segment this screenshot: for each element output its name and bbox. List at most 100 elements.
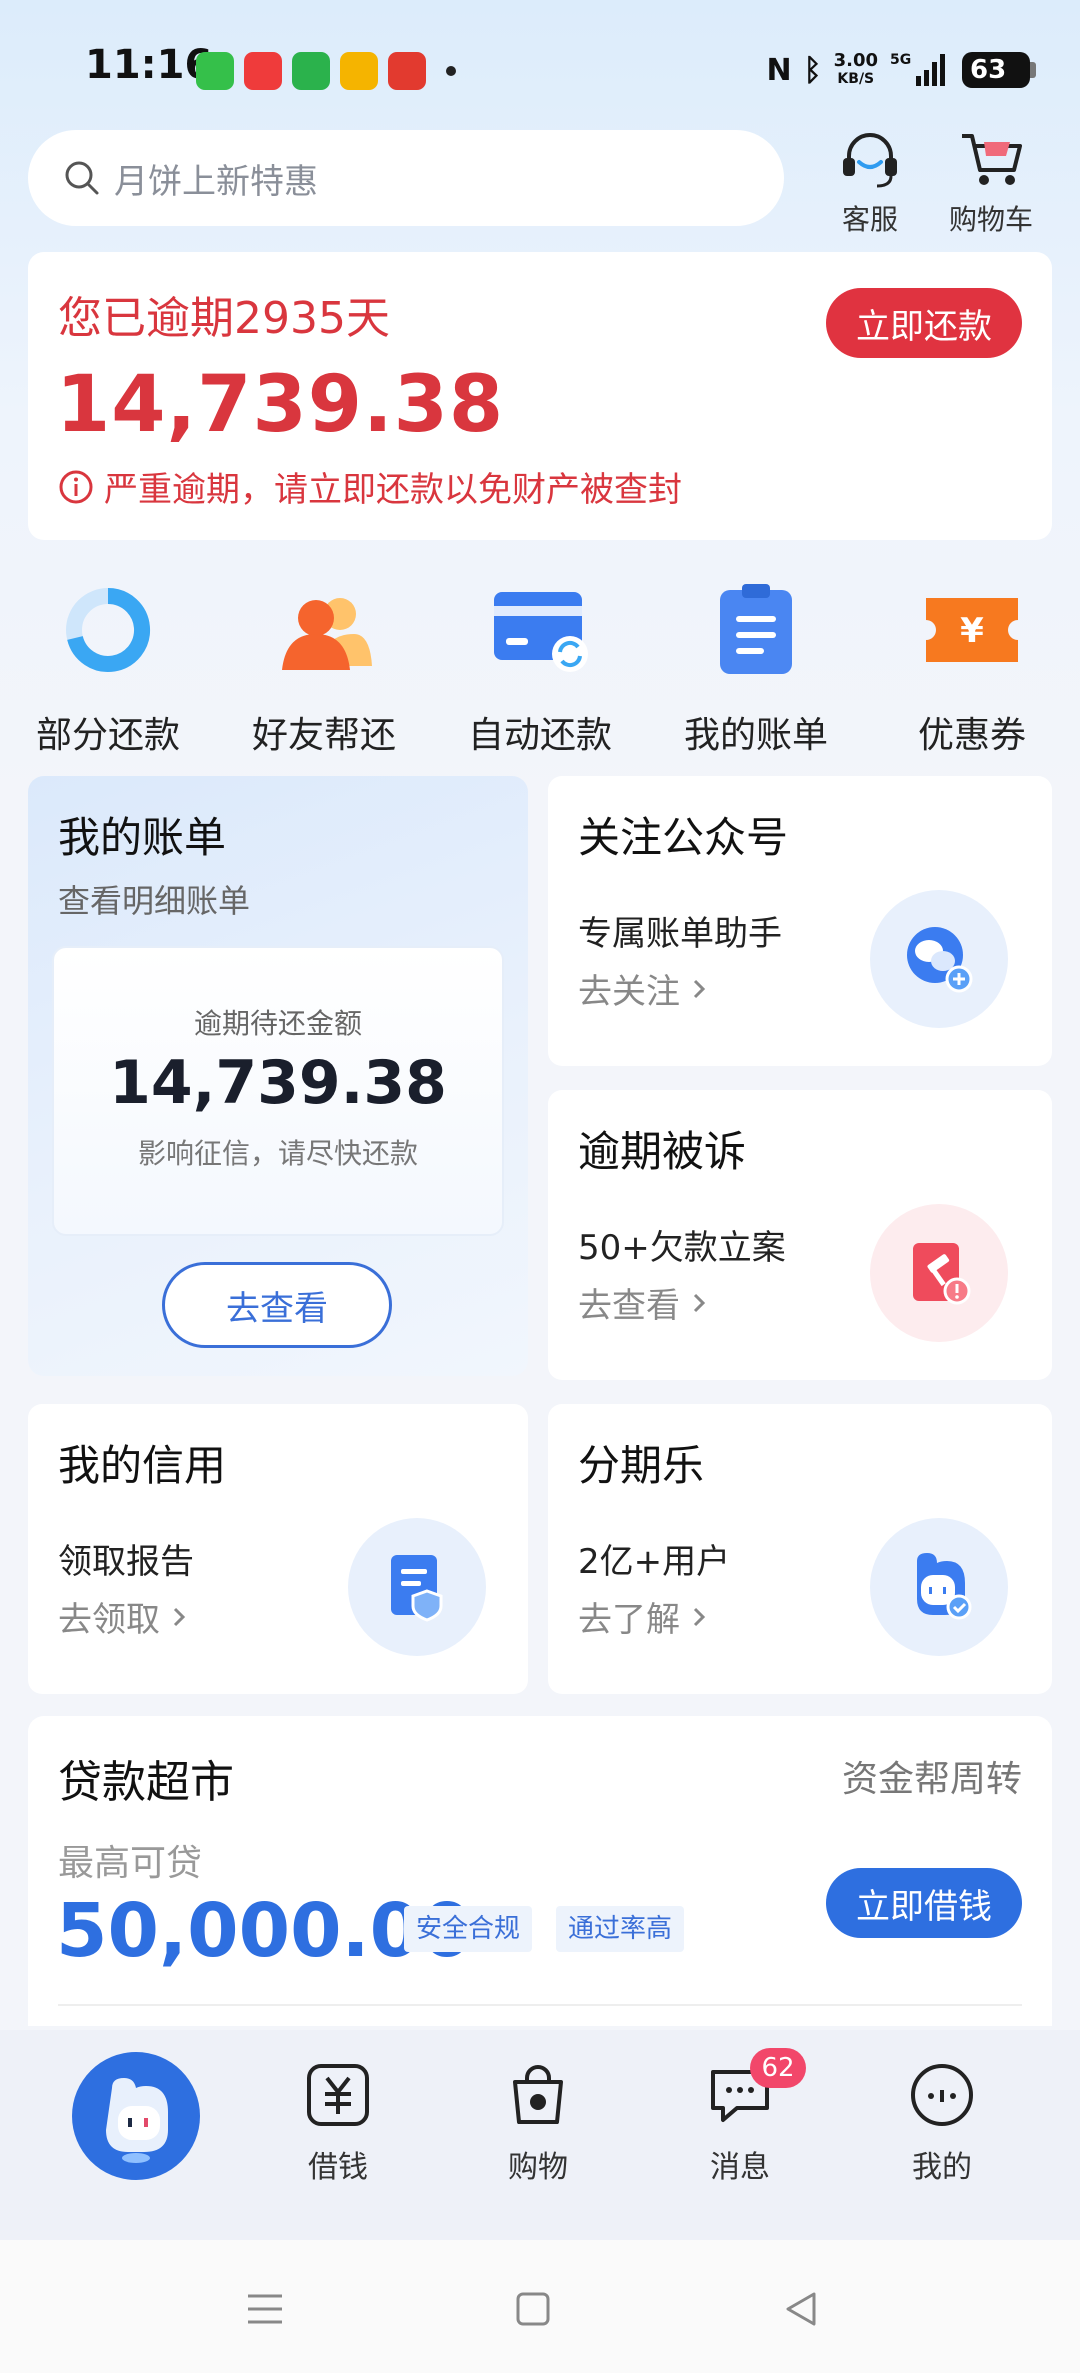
- friend-repay-button[interactable]: 好友帮还: [216, 580, 432, 758]
- loan-market-title: 贷款超市: [58, 1757, 234, 1808]
- tab-home[interactable]: [72, 2052, 200, 2180]
- yuan-icon: [307, 2064, 369, 2126]
- message-app-icon: [196, 52, 234, 90]
- network-speed: 3.00 KB/S: [833, 50, 878, 88]
- partial-repay-label: 部分还款: [35, 715, 180, 756]
- shopping-bag-icon: [513, 2065, 563, 2124]
- tab-messages-label: 消息: [710, 2150, 770, 2185]
- chevron-right-icon: [693, 1607, 706, 1626]
- wechat-icon: [870, 890, 1008, 1028]
- donut-chart-icon: [66, 588, 151, 672]
- borrow-now-button[interactable]: 立即借钱: [826, 1868, 1022, 1938]
- more-notifications-dot: [446, 66, 456, 76]
- tab-mine[interactable]: 我的: [872, 2060, 1012, 2186]
- credit-link[interactable]: 去领取: [58, 1592, 190, 1641]
- mascot-home-icon: [106, 2078, 168, 2163]
- quick-actions: 部分还款 好友帮还 自动还款 我的账单 ¥ 优惠券: [0, 580, 1080, 758]
- bluetooth-icon: ᛒ: [803, 52, 822, 88]
- search-icon: [65, 161, 99, 195]
- chevron-right-icon: [693, 979, 706, 998]
- credit-card[interactable]: 我的信用 领取报告 去领取: [28, 1404, 528, 1694]
- tab-shopping-label: 购物: [508, 2150, 568, 2185]
- follow-card-subtitle: 专属账单助手: [578, 914, 782, 954]
- lawsuit-card-title: 逾期被诉: [578, 1127, 747, 1176]
- lawsuit-link[interactable]: 去查看: [578, 1278, 710, 1327]
- partial-repay-button[interactable]: 部分还款: [0, 580, 216, 758]
- tab-borrow[interactable]: 借钱: [268, 2060, 408, 2186]
- battery-indicator: 63: [962, 52, 1036, 88]
- follow-link[interactable]: 去关注: [578, 964, 710, 1013]
- wallet-app-icon: [292, 52, 330, 90]
- friends-icon: [282, 598, 372, 670]
- search-input[interactable]: 月饼上新特惠: [28, 130, 784, 226]
- menu-icon[interactable]: [240, 2284, 290, 2334]
- auto-repay-label: 自动还款: [467, 715, 612, 756]
- bottom-tab-bar: 借钱 购物 消息 62 我的: [0, 2030, 1080, 2240]
- overdue-warning: 严重逾期，请立即还款以免财产被查封: [58, 462, 682, 511]
- overdue-amount: 14,739.38: [56, 360, 505, 450]
- customer-service-button[interactable]: 客服: [815, 126, 925, 238]
- bill-card-title: 我的账单: [58, 813, 227, 862]
- app-page: 11:16 N ᛒ 3.00 KB/S 5G 63 月饼上新特惠 客服 购物车 …: [0, 0, 1080, 2373]
- video-app-icon: [388, 52, 426, 90]
- coupon-label: 优惠券: [917, 715, 1026, 756]
- cart-icon: [962, 134, 1022, 185]
- follow-account-card[interactable]: 关注公众号 专属账单助手 去关注: [548, 776, 1052, 1066]
- chevron-right-icon: [693, 1293, 706, 1312]
- bill-overdue-amount: 14,739.38: [109, 1048, 447, 1118]
- divider: [58, 2004, 1022, 2006]
- view-bill-button[interactable]: 去查看: [162, 1262, 392, 1348]
- lawsuit-card[interactable]: 逾期被诉 50+欠款立案 去查看: [548, 1090, 1052, 1380]
- warning-icon: [59, 470, 93, 503]
- back-triangle-icon[interactable]: [776, 2284, 826, 2334]
- loan-market-card: 贷款超市 资金帮周转 最高可贷 50,000.00 安全合规 通过率高 立即借钱: [28, 1716, 1052, 2026]
- bill-card-subtitle: 查看明细账单: [58, 882, 251, 920]
- card-refresh-icon: [494, 592, 588, 672]
- weibo-app-icon: [340, 52, 378, 90]
- lawsuit-card-subtitle: 50+欠款立案: [578, 1228, 786, 1268]
- nfc-icon: N: [766, 52, 792, 88]
- credit-card-subtitle: 领取报告: [58, 1542, 194, 1582]
- auto-repay-button[interactable]: 自动还款: [432, 580, 648, 758]
- follow-card-title: 关注公众号: [578, 813, 789, 862]
- shopping-app-icon: [244, 52, 282, 90]
- signal-icon: 5G: [890, 52, 945, 86]
- bill-credit-note: 影响征信，请尽快还款: [137, 1137, 418, 1170]
- tag-safe-compliant: 安全合规: [404, 1906, 533, 1952]
- profile-dots-icon: [911, 2064, 973, 2126]
- bill-overdue-label: 逾期待还金额: [193, 1007, 362, 1040]
- my-bill-card[interactable]: 我的账单 查看明细账单 逾期待还金额 14,739.38 影响征信，请尽快还款 …: [28, 776, 528, 1376]
- credit-card-title: 我的信用: [58, 1441, 227, 1490]
- mascot-icon: [870, 1518, 1008, 1656]
- loan-max-label: 最高可贷: [58, 1843, 203, 1884]
- installment-card-subtitle: 2亿+用户: [578, 1542, 731, 1582]
- repay-now-button[interactable]: 立即还款: [826, 288, 1022, 358]
- installment-link[interactable]: 去了解: [578, 1592, 710, 1641]
- tab-shopping[interactable]: 购物: [468, 2060, 608, 2186]
- cart-button[interactable]: 购物车: [936, 126, 1046, 238]
- my-bill-button[interactable]: 我的账单: [648, 580, 864, 758]
- coupon-button[interactable]: ¥ 优惠券: [864, 580, 1080, 758]
- installment-card-title: 分期乐: [578, 1441, 705, 1490]
- home-square-icon[interactable]: [508, 2284, 558, 2334]
- system-nav-bar: [0, 2240, 1080, 2373]
- tag-high-approval: 通过率高: [556, 1906, 685, 1952]
- my-bill-label: 我的账单: [683, 715, 828, 756]
- status-indicators: N ᛒ 3.00 KB/S 5G 63: [766, 50, 1036, 90]
- tab-borrow-label: 借钱: [308, 2150, 368, 2185]
- coupon-icon: ¥: [926, 598, 1018, 662]
- credit-report-icon: [348, 1518, 486, 1656]
- svg-text:5G: 5G: [890, 52, 911, 68]
- tab-messages[interactable]: 消息 62: [670, 2048, 810, 2186]
- installment-card[interactable]: 分期乐 2亿+用户 去了解: [548, 1404, 1052, 1694]
- status-bar: 11:16 N ᛒ 3.00 KB/S 5G 63: [0, 0, 1080, 130]
- cart-label: 购物车: [948, 203, 1033, 236]
- chevron-right-icon: [173, 1607, 186, 1626]
- clipboard-icon: [720, 584, 792, 674]
- search-placeholder: 月饼上新特惠: [114, 161, 318, 202]
- message-count-badge: 62: [750, 2048, 806, 2088]
- friend-repay-label: 好友帮还: [251, 715, 396, 756]
- customer-service-label: 客服: [841, 203, 898, 236]
- gavel-icon: [870, 1204, 1008, 1342]
- overdue-card: 您已逾期2935天 14,739.38 严重逾期，请立即还款以免财产被查封 立即…: [28, 252, 1052, 540]
